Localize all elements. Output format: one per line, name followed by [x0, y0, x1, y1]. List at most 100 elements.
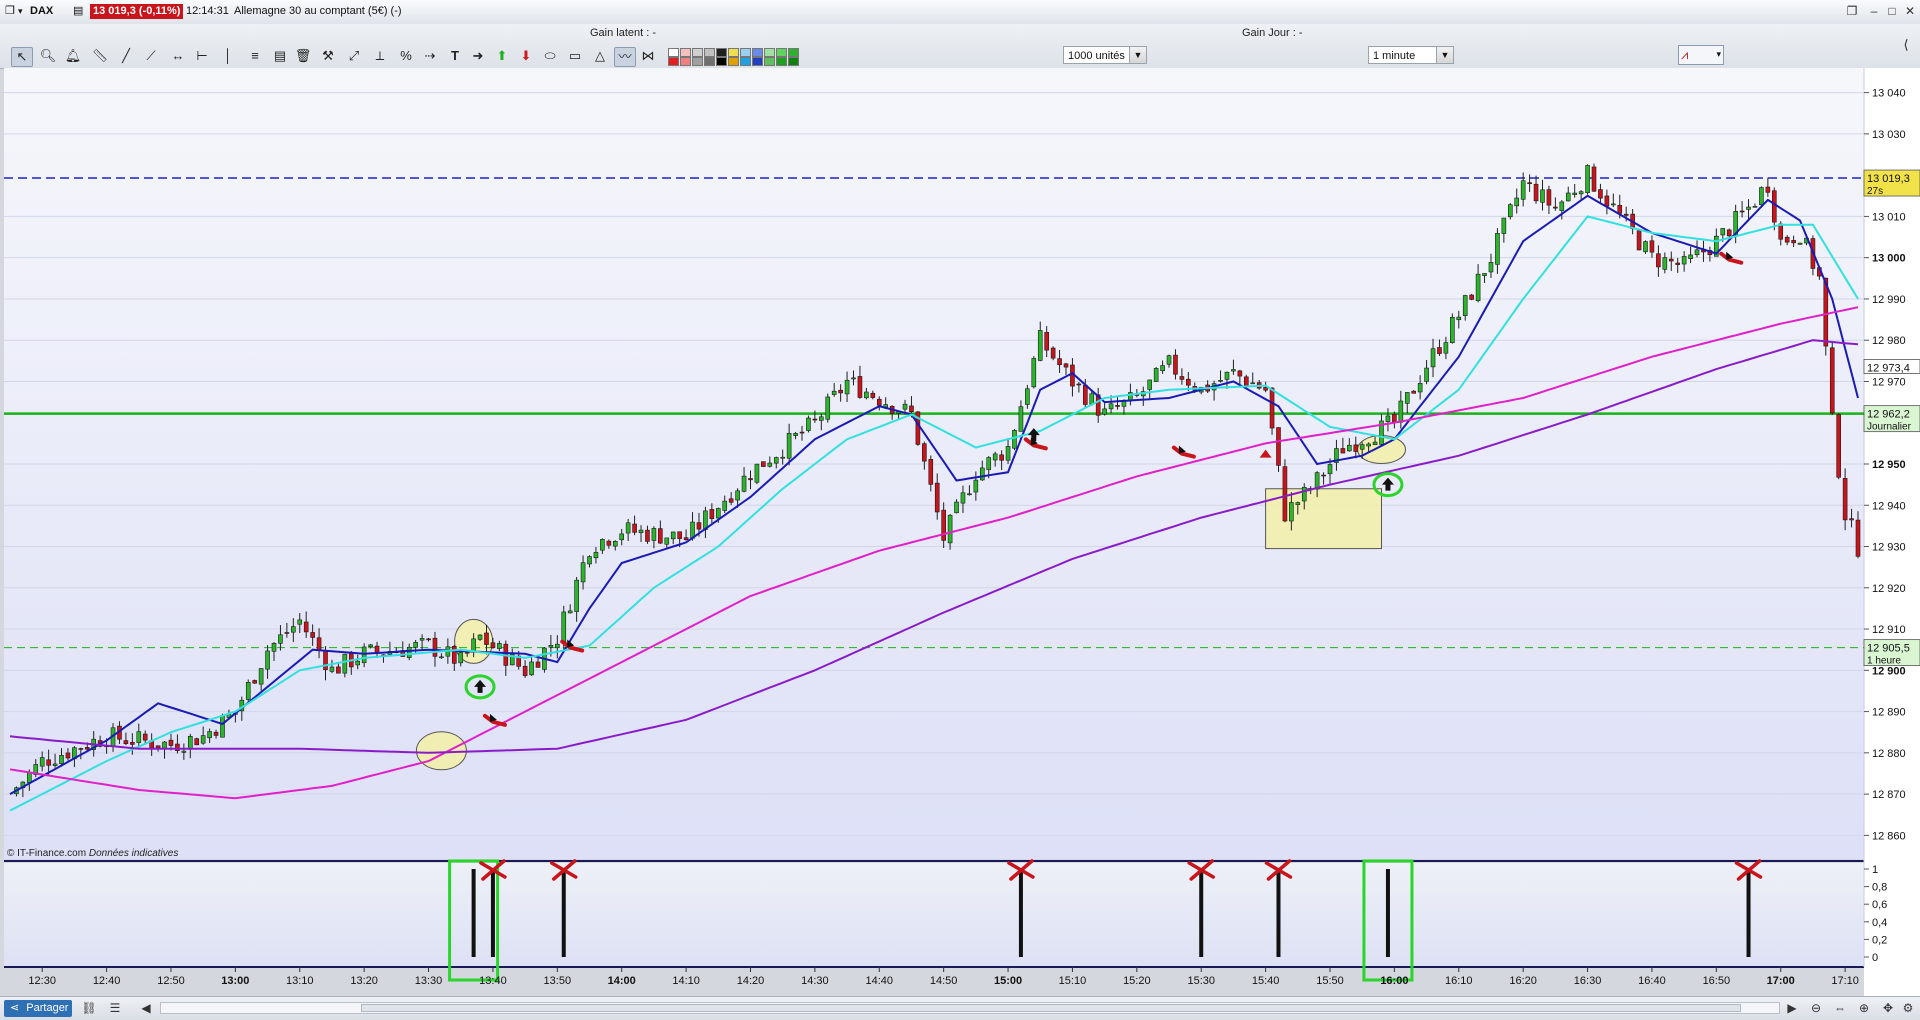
bull-candle: [548, 645, 554, 648]
bear-candle: [1726, 229, 1732, 237]
arrow-up-tool-icon[interactable]: ⬆: [492, 47, 512, 65]
swatch[interactable]: [728, 57, 739, 66]
zoom-in-icon[interactable]: ⊕: [1856, 1000, 1872, 1016]
symbol-dropdown-icon[interactable]: ▾: [18, 4, 23, 19]
swatch[interactable]: [752, 57, 763, 66]
swatch[interactable]: [716, 57, 727, 66]
pan-icon[interactable]: ✥: [1880, 1000, 1896, 1016]
measure-tool-icon[interactable]: ⇢: [420, 47, 440, 65]
size-select[interactable]: 1000 unités ▼: [1063, 46, 1147, 64]
horizontal-scrollbar[interactable]: [160, 1002, 1780, 1014]
percent-tool-icon[interactable]: %: [396, 47, 416, 65]
scroll-right-icon[interactable]: ▶: [1784, 1000, 1800, 1016]
share-button[interactable]: ⋖ Partager: [4, 1000, 72, 1017]
chart-type-button[interactable]: ⩘ ▾: [1678, 45, 1724, 65]
swatch[interactable]: [680, 48, 691, 57]
app-icon[interactable]: ❐: [5, 4, 15, 19]
time-tick-label: 12:30: [28, 975, 56, 987]
fit-icon[interactable]: ⇔: [1832, 1000, 1848, 1016]
swatch[interactable]: [668, 57, 679, 66]
bull-candle: [1540, 189, 1545, 203]
color-palette[interactable]: [668, 48, 828, 66]
price-chart[interactable]: 13 040 13 030 13 010 13 000 12 990 12 980 12 9…: [0, 68, 1920, 996]
triangle-tool-icon[interactable]: △: [590, 47, 610, 65]
scroll-left-icon[interactable]: ◀: [138, 1000, 154, 1016]
horizontal-ray-tool-icon[interactable]: ⊢: [192, 47, 212, 65]
arrow-right-tool-icon[interactable]: ➜: [468, 47, 488, 65]
trend-tool-icon[interactable]: ⤢: [344, 47, 364, 65]
swatch[interactable]: [776, 57, 787, 66]
rectangle-tool-icon[interactable]: ▭: [565, 47, 585, 65]
swatch[interactable]: [764, 57, 775, 66]
bull-candle: [1424, 367, 1429, 382]
ruler-tool-icon[interactable]: 📏︎: [90, 47, 110, 65]
swatch[interactable]: [740, 57, 751, 66]
swatch[interactable]: [692, 57, 703, 66]
text-tool-icon[interactable]: T: [445, 47, 465, 65]
chevron-down-icon: ▾: [1716, 49, 1721, 59]
vertical-line-tool-icon[interactable]: │: [218, 47, 238, 65]
bull-candle: [1398, 400, 1404, 423]
swatch[interactable]: [788, 48, 799, 57]
share-icon: ⋖: [10, 1002, 20, 1014]
bull-candle: [619, 533, 625, 541]
swatch[interactable]: [680, 57, 691, 66]
bull-candle: [954, 501, 959, 514]
period-select[interactable]: 1 minute ▼: [1368, 46, 1454, 64]
close-window-icon[interactable]: ✕: [1901, 3, 1919, 19]
ellipse-tool-icon[interactable]: ⬭: [540, 47, 560, 65]
swatch[interactable]: [776, 48, 787, 57]
scrollbar-thumb[interactable]: [361, 1004, 1741, 1012]
indicator-panel-background: [4, 863, 1864, 967]
pitchfork-tool-icon[interactable]: ⚒: [318, 47, 338, 65]
ray-tool-icon[interactable]: ⟋: [141, 47, 161, 65]
pointer-tool-icon[interactable]: ↖: [11, 47, 33, 67]
maximize-window-icon[interactable]: □: [1883, 3, 1901, 19]
arrow-down-tool-icon[interactable]: ⬇: [516, 47, 536, 65]
zoom-tool-icon[interactable]: 🔍︎: [38, 47, 58, 65]
bull-candle: [342, 653, 348, 674]
alert-bell-icon[interactable]: 🔔︎: [63, 47, 83, 65]
bull-candle: [1327, 464, 1333, 475]
pattern-tool-icon[interactable]: ⋈: [638, 47, 658, 65]
bull-candle: [368, 644, 373, 647]
chart-area[interactable]: 13 040 13 030 13 010 13 000 12 990 12 980 12 9…: [0, 68, 1920, 996]
period-select-value: 1 minute: [1373, 50, 1416, 62]
delete-drawing-icon[interactable]: 🗑︎: [293, 47, 313, 65]
settings-icon[interactable]: ⚙: [1900, 1000, 1916, 1016]
bull-candle: [780, 456, 785, 459]
collapse-panel-icon[interactable]: ⟨: [1896, 36, 1916, 54]
swatch[interactable]: [728, 48, 739, 57]
bear-candle: [522, 665, 528, 676]
time-tick-label: 14:00: [608, 975, 636, 987]
fibonacci-tool-icon[interactable]: ≡: [245, 47, 265, 65]
bull-candle: [1488, 262, 1494, 273]
gann-tool-icon[interactable]: ⟂: [370, 47, 390, 65]
swatch[interactable]: [716, 48, 727, 57]
swatch[interactable]: [692, 48, 703, 57]
swatch[interactable]: [752, 48, 763, 57]
chevron-down-icon[interactable]: ▼: [1129, 47, 1146, 63]
zoom-out-icon[interactable]: ⊖: [1808, 1000, 1824, 1016]
info-icon[interactable]: ▤: [73, 4, 83, 19]
horizontal-line-tool-icon[interactable]: ↔: [168, 47, 188, 65]
bear-candle: [1778, 223, 1784, 240]
swatch[interactable]: [704, 57, 715, 66]
swatch[interactable]: [668, 48, 679, 57]
swatch[interactable]: [704, 48, 715, 57]
swatch[interactable]: [764, 48, 775, 57]
restore-window-icon[interactable]: ❐: [1843, 3, 1861, 19]
chevron-down-icon[interactable]: ▼: [1436, 47, 1453, 63]
link-icon[interactable]: ⛓: [81, 1000, 97, 1016]
symbol-label[interactable]: DAX: [30, 4, 53, 19]
indicator-tool-icon[interactable]: 〰: [614, 47, 636, 67]
minimize-window-icon[interactable]: –: [1865, 3, 1883, 19]
line-tool-icon[interactable]: ╱: [116, 47, 136, 65]
swatch[interactable]: [788, 57, 799, 66]
swatch[interactable]: [740, 48, 751, 57]
bull-candle: [1759, 187, 1764, 206]
bull-candle: [1578, 191, 1584, 195]
time-tick-label: 14:10: [672, 975, 700, 987]
list-icon[interactable]: ☰: [107, 1000, 123, 1016]
channel-tool-icon[interactable]: ▤: [270, 47, 290, 65]
